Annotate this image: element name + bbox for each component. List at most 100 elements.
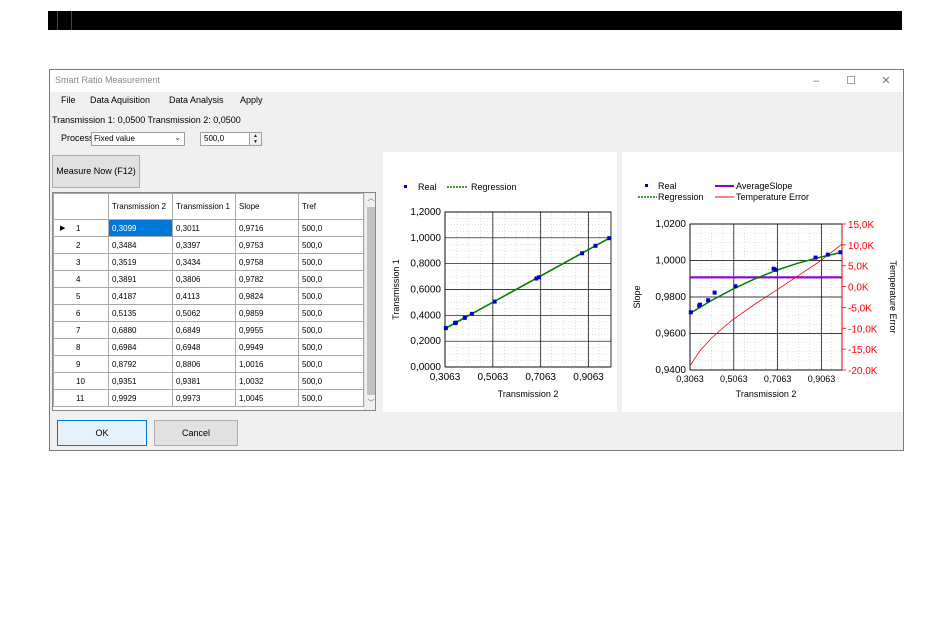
scroll-up-icon[interactable]: ︿ [365, 193, 375, 205]
table-cell[interactable]: 500,0 [298, 270, 364, 288]
process-selected: Fixed value [94, 134, 135, 143]
ok-button[interactable]: OK [57, 420, 147, 446]
table-cell[interactable]: 0,9381 [172, 372, 236, 390]
table-row[interactable]: 2 0,3484 0,3397 0,9753 500,0 [53, 236, 364, 254]
table-cell[interactable]: 0,4187 [108, 287, 173, 305]
table-row[interactable]: 11 0,9929 0,9973 1,0045 500,0 [53, 389, 364, 407]
table-row[interactable]: 7 0,6880 0,6849 0,9955 500,0 [53, 321, 364, 339]
menu-data-analysis[interactable]: Data Analysis [169, 95, 224, 105]
legend-label: Regression [658, 192, 704, 202]
column-header[interactable]: Slope [235, 193, 299, 220]
chevron-down-icon[interactable]: ⌄ [174, 133, 181, 142]
table-cell[interactable]: 0,3806 [172, 270, 236, 288]
column-header[interactable]: Tref [298, 193, 364, 220]
table-cell[interactable]: 0,3099 [108, 219, 173, 237]
column-header[interactable]: Transmission 1 [172, 193, 236, 220]
row-header[interactable]: 11 [53, 389, 109, 407]
menu-apply[interactable]: Apply [240, 95, 263, 105]
column-header[interactable]: Transmission 2 [108, 193, 173, 220]
table-cell[interactable]: 1,0016 [235, 355, 299, 373]
process-combo[interactable]: Fixed value ⌄ [91, 132, 185, 146]
table-cell[interactable]: 0,9351 [108, 372, 173, 390]
minimize-button[interactable]: – [806, 73, 826, 89]
table-cell[interactable]: 0,9782 [235, 270, 299, 288]
table-row[interactable]: ▶ 1 0,3099 0,3011 0,9716 500,0 [53, 219, 364, 237]
table-cell[interactable]: 1,0032 [235, 372, 299, 390]
table-cell[interactable]: 500,0 [298, 304, 364, 322]
table-cell[interactable]: 500,0 [298, 287, 364, 305]
cancel-button[interactable]: Cancel [154, 420, 238, 446]
table-cell[interactable]: 0,3891 [108, 270, 173, 288]
table-cell[interactable]: 0,9824 [235, 287, 299, 305]
table-cell[interactable]: 0,9758 [235, 253, 299, 271]
table-cell[interactable]: 500,0 [298, 253, 364, 271]
table-cell[interactable]: 0,6948 [172, 338, 236, 356]
row-header[interactable]: 4 [53, 270, 109, 288]
legend-label: Temperature Error [736, 192, 809, 202]
vertical-scrollbar[interactable]: ︿ ﹀ [364, 193, 375, 410]
table-cell[interactable]: 0,9753 [235, 236, 299, 254]
table-cell[interactable]: 0,6880 [108, 321, 173, 339]
table-row[interactable]: 9 0,8792 0,8806 1,0016 500,0 [53, 355, 364, 373]
table-cell[interactable]: 0,9929 [108, 389, 173, 407]
legend-label: Regression [471, 182, 517, 192]
table-cell[interactable]: 0,5135 [108, 304, 173, 322]
table-cell[interactable]: 0,4113 [172, 287, 236, 305]
table-cell[interactable]: 0,9955 [235, 321, 299, 339]
table-cell[interactable]: 500,0 [298, 338, 364, 356]
scroll-down-icon[interactable]: ﹀ [365, 398, 375, 410]
table-cell[interactable]: 0,9949 [235, 338, 299, 356]
table-cell[interactable]: 500,0 [298, 355, 364, 373]
menu-bar: File Data Aquisition Data Analysis Apply [50, 92, 903, 110]
table-row[interactable]: 5 0,4187 0,4113 0,9824 500,0 [53, 287, 364, 305]
table-cell[interactable]: 500,0 [298, 321, 364, 339]
table-cell[interactable]: 0,3011 [172, 219, 236, 237]
scrollbar-thumb[interactable] [367, 207, 375, 395]
table-row[interactable]: 8 0,6984 0,6948 0,9949 500,0 [53, 338, 364, 356]
row-number: 8 [76, 343, 81, 352]
row-header[interactable]: 2 [53, 236, 109, 254]
table-cell[interactable]: 0,3484 [108, 236, 173, 254]
maximize-button[interactable]: ☐ [841, 73, 861, 89]
row-number: 7 [76, 326, 81, 335]
table-cell[interactable]: 0,3434 [172, 253, 236, 271]
row-header[interactable]: ▶ 1 [53, 219, 109, 237]
close-button[interactable]: ✕ [876, 73, 896, 89]
row-header[interactable]: 8 [53, 338, 109, 356]
table-cell[interactable]: 0,3519 [108, 253, 173, 271]
measure-now-button[interactable]: Measure Now (F12) [52, 155, 140, 188]
table-cell[interactable]: 0,6984 [108, 338, 173, 356]
table-cell[interactable]: 500,0 [298, 219, 364, 237]
table-cell[interactable]: 1,0045 [235, 389, 299, 407]
table-cell[interactable]: 500,0 [298, 372, 364, 390]
y2-tick-label: -15,0K [848, 345, 878, 356]
table-row[interactable]: 4 0,3891 0,3806 0,9782 500,0 [53, 270, 364, 288]
table-cell[interactable]: 500,0 [298, 389, 364, 407]
row-header[interactable]: 9 [53, 355, 109, 373]
row-header[interactable]: 6 [53, 304, 109, 322]
table-row[interactable]: 3 0,3519 0,3434 0,9758 500,0 [53, 253, 364, 271]
row-header[interactable]: 3 [53, 253, 109, 271]
measurement-table: Transmission 2 Transmission 1 Slope Tref… [53, 193, 364, 407]
table-cell[interactable]: 0,9973 [172, 389, 236, 407]
row-header[interactable]: 5 [53, 287, 109, 305]
menu-data-aquisition[interactable]: Data Aquisition [90, 95, 150, 105]
table-cell[interactable]: 0,8792 [108, 355, 173, 373]
table-cell[interactable]: 500,0 [298, 236, 364, 254]
measurement-grid[interactable]: Transmission 2 Transmission 1 Slope Tref… [52, 192, 376, 411]
process-value-input[interactable]: 500,0 ▲ ▼ [200, 132, 262, 146]
spin-down-icon[interactable]: ▼ [250, 139, 261, 145]
data-point [453, 320, 458, 325]
menu-file[interactable]: File [61, 95, 76, 105]
row-header[interactable]: 7 [53, 321, 109, 339]
table-cell[interactable]: 0,9859 [235, 304, 299, 322]
table-cell[interactable]: 0,6849 [172, 321, 236, 339]
table-cell[interactable]: 0,9716 [235, 219, 299, 237]
value-spinner[interactable]: ▲ ▼ [249, 133, 261, 145]
table-cell[interactable]: 0,3397 [172, 236, 236, 254]
row-header[interactable]: 10 [53, 372, 109, 390]
table-row[interactable]: 10 0,9351 0,9381 1,0032 500,0 [53, 372, 364, 390]
table-cell[interactable]: 0,5062 [172, 304, 236, 322]
table-cell[interactable]: 0,8806 [172, 355, 236, 373]
table-row[interactable]: 6 0,5135 0,5062 0,9859 500,0 [53, 304, 364, 322]
